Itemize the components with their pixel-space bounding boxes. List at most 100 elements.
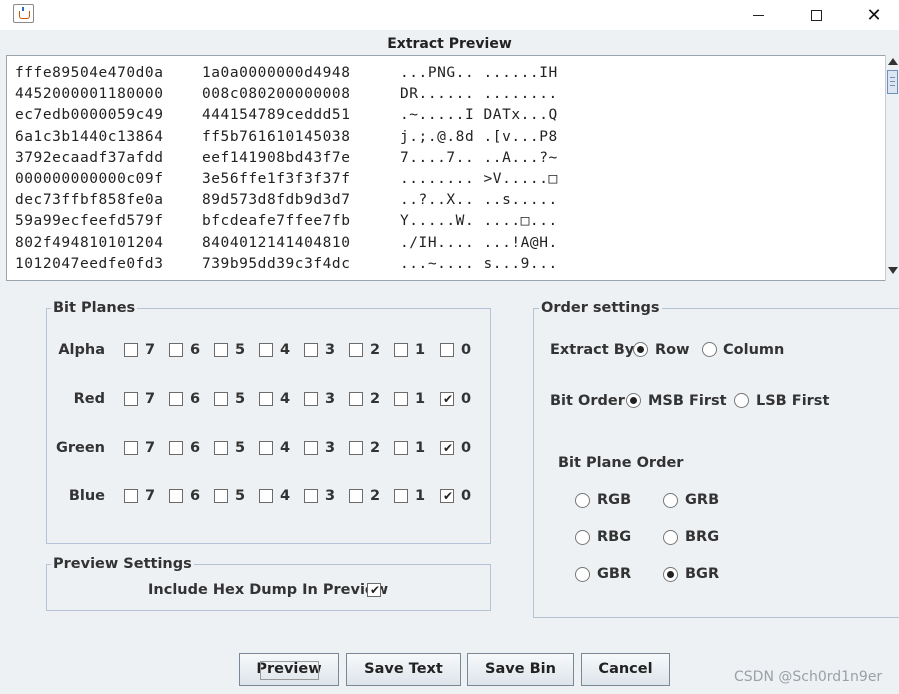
- bit-checkbox-green-1[interactable]: [394, 441, 408, 455]
- channel-label-alpha: Alpha: [58, 342, 105, 358]
- bit-label: 7: [145, 488, 156, 504]
- bit-checkbox-red-2[interactable]: [349, 392, 363, 406]
- hex-dump-checkbox[interactable]: ✔: [367, 583, 381, 597]
- bit-label: 0: [461, 391, 472, 407]
- minimize-button[interactable]: [729, 0, 787, 30]
- window-title-bar: ✕: [0, 0, 899, 30]
- bit-label: 2: [370, 440, 381, 456]
- bit-checkbox-alpha-0[interactable]: [440, 343, 454, 357]
- scroll-down-arrow-icon[interactable]: [888, 267, 898, 274]
- preview-button[interactable]: Preview: [239, 653, 339, 686]
- bit-label: 4: [280, 391, 291, 407]
- hex-preview-hex2: 008c080200000008: [202, 86, 351, 103]
- scroll-thumb[interactable]: [887, 70, 898, 94]
- bit-checkbox-red-0[interactable]: ✔: [440, 392, 454, 406]
- bit-checkbox-blue-0[interactable]: ✔: [440, 489, 454, 503]
- bit-checkbox-green-0[interactable]: ✔: [440, 441, 454, 455]
- bit-checkbox-red-4[interactable]: [259, 392, 273, 406]
- bit-label: 7: [145, 342, 156, 358]
- hex-preview-hex2: 8404012141404810: [202, 234, 351, 251]
- save-text-button[interactable]: Save Text: [346, 653, 461, 686]
- radio-bgr-label: BGR: [685, 566, 720, 582]
- bit-checkbox-alpha-2[interactable]: [349, 343, 363, 357]
- save-bin-button-label: Save Bin: [485, 661, 556, 677]
- hex-preview-ascii: ...PNG.. ......IH: [400, 65, 558, 81]
- hex-dump-label: Include Hex Dump In Preview: [148, 582, 389, 598]
- bit-checkbox-alpha-4[interactable]: [259, 343, 273, 357]
- bit-checkbox-alpha-6[interactable]: [169, 343, 183, 357]
- bit-label: 0: [461, 440, 472, 456]
- hex-preview-area[interactable]: fffe89504e470d0a 1a0a0000000d4948 ...PNG..…: [6, 55, 886, 281]
- hex-preview-ascii: j.;.@.8d .[v...P8: [400, 128, 558, 145]
- bit-checkbox-blue-1[interactable]: [394, 489, 408, 503]
- cancel-button[interactable]: Cancel: [581, 653, 670, 686]
- close-button[interactable]: ✕: [845, 0, 899, 30]
- radio-gbr[interactable]: [575, 567, 590, 582]
- bit-label: 3: [325, 391, 336, 407]
- radio-grb[interactable]: [663, 493, 678, 508]
- bit-checkbox-alpha-1[interactable]: [394, 343, 408, 357]
- scroll-up-arrow-icon[interactable]: [888, 58, 898, 65]
- bit-label: 2: [370, 342, 381, 358]
- radio-row-label: Row: [655, 342, 690, 358]
- java-app-icon: [13, 4, 34, 23]
- radio-selected-dot: [667, 571, 674, 578]
- hex-preview-hex1: 6a1c3b1440c13864: [15, 128, 164, 145]
- bit-label: 5: [235, 391, 246, 407]
- bit-checkbox-green-3[interactable]: [304, 441, 318, 455]
- maximize-button[interactable]: [787, 0, 845, 30]
- radio-lsb-first[interactable]: [734, 393, 749, 408]
- bit-label: 1: [415, 342, 426, 358]
- hex-preview-hex2: 3e56ffe1f3f3f37f: [202, 171, 351, 187]
- radio-bgr[interactable]: [663, 567, 678, 582]
- bit-label: 0: [461, 342, 472, 358]
- bit-checkbox-blue-6[interactable]: [169, 489, 183, 503]
- bit-checkbox-alpha-7[interactable]: [124, 343, 138, 357]
- bit-checkbox-red-7[interactable]: [124, 392, 138, 406]
- radio-msb-first-label: MSB First: [648, 393, 727, 409]
- radio-rbg[interactable]: [575, 530, 590, 545]
- radio-msb-first[interactable]: [626, 393, 641, 408]
- bit-label: 2: [370, 488, 381, 504]
- save-bin-button[interactable]: Save Bin: [467, 653, 574, 686]
- bit-label: 1: [415, 440, 426, 456]
- bit-checkbox-blue-5[interactable]: [214, 489, 228, 503]
- hex-preview-hex2: 444154789ceddd51: [202, 107, 351, 124]
- bit-checkbox-green-7[interactable]: [124, 441, 138, 455]
- bit-checkbox-alpha-5[interactable]: [214, 343, 228, 357]
- bit-checkbox-blue-2[interactable]: [349, 489, 363, 503]
- dialog-title: Extract Preview: [6, 33, 893, 56]
- preview-scrollbar[interactable]: [885, 55, 899, 281]
- bit-checkbox-green-4[interactable]: [259, 441, 273, 455]
- bit-label: 3: [325, 440, 336, 456]
- bit-label: 3: [325, 488, 336, 504]
- bit-checkbox-blue-4[interactable]: [259, 489, 273, 503]
- bit-checkbox-blue-7[interactable]: [124, 489, 138, 503]
- bit-label: 5: [235, 342, 246, 358]
- hex-preview-hex1: 4452000001180000: [15, 86, 164, 103]
- radio-brg[interactable]: [663, 530, 678, 545]
- bit-label: 4: [280, 440, 291, 456]
- bit-checkbox-blue-3[interactable]: [304, 489, 318, 503]
- radio-selected-dot: [637, 346, 644, 353]
- bit-planes-title: Bit Planes: [51, 299, 138, 317]
- bit-label: 6: [190, 391, 201, 407]
- radio-rgb[interactable]: [575, 493, 590, 508]
- hex-preview-ascii: Y.....W. ....□...: [400, 213, 558, 230]
- bit-checkbox-red-1[interactable]: [394, 392, 408, 406]
- bit-checkbox-red-6[interactable]: [169, 392, 183, 406]
- radio-column[interactable]: [702, 342, 717, 357]
- bit-checkbox-red-3[interactable]: [304, 392, 318, 406]
- hex-preview-ascii: ........ >V.....□: [400, 171, 558, 187]
- maximize-icon: [810, 9, 822, 21]
- bit-checkbox-alpha-3[interactable]: [304, 343, 318, 357]
- hex-preview-hex1: 59a99ecfeefd579f: [15, 213, 164, 230]
- bit-checkbox-red-5[interactable]: [214, 392, 228, 406]
- bit-checkbox-green-2[interactable]: [349, 441, 363, 455]
- bit-label: 1: [415, 488, 426, 504]
- hex-preview-ascii: DR...... ........: [400, 86, 558, 103]
- bit-checkbox-green-5[interactable]: [214, 441, 228, 455]
- bit-label: 6: [190, 342, 201, 358]
- bit-checkbox-green-6[interactable]: [169, 441, 183, 455]
- radio-row[interactable]: [633, 342, 648, 357]
